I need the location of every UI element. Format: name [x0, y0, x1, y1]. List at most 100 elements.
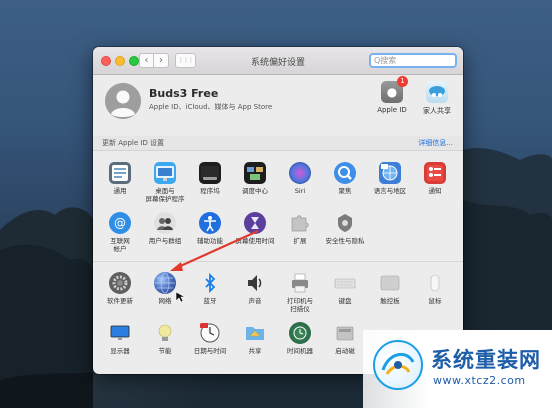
- time-machine-icon: [289, 322, 311, 344]
- pane-label: 辅助功能: [197, 237, 223, 245]
- back-button[interactable]: ‹: [139, 53, 154, 68]
- window-titlebar: ‹ › ⋮⋮⋮ 系统偏好设置 Q搜索: [93, 47, 463, 75]
- pane-notifications[interactable]: 通知: [410, 162, 460, 195]
- user-silhouette-icon: [105, 83, 141, 119]
- pane-dock[interactable]: 程序坞: [185, 162, 235, 195]
- watermark: 系统重装网 www.xtcz2.com: [363, 330, 552, 408]
- pane-label: 共享: [248, 347, 262, 355]
- pane-energy-saver[interactable]: 节能: [140, 322, 190, 355]
- screen-time-icon: [244, 212, 266, 234]
- pane-label: 聚焦: [338, 187, 352, 195]
- search-input[interactable]: Q搜索: [369, 53, 457, 68]
- show-all-button[interactable]: ⋮⋮⋮: [175, 53, 196, 68]
- pane-sound[interactable]: 声音: [230, 272, 280, 305]
- section-divider: [93, 150, 463, 151]
- zoom-window-button[interactable]: [129, 56, 139, 66]
- apple-id-icon: ● 1: [381, 76, 408, 103]
- pane-mission-control[interactable]: 调度中心: [230, 162, 280, 195]
- cloud-people-icon: [429, 86, 445, 97]
- printers-icon: [289, 272, 311, 294]
- details-link[interactable]: 详细信息...: [418, 138, 453, 148]
- pane-label: 扩展: [293, 237, 307, 245]
- pane-label: 键盘: [338, 297, 352, 305]
- desktop-icon: [154, 162, 176, 184]
- startup-disk-icon: [334, 322, 356, 344]
- security-icon: [334, 212, 356, 234]
- pane-label: 节能: [158, 347, 172, 355]
- system-preferences-window: ‹ › ⋮⋮⋮ 系统偏好设置 Q搜索 Buds3 Free Apple ID、i…: [93, 47, 463, 374]
- account-subtitle: Apple ID、iCloud、媒体与 App Store: [149, 103, 273, 111]
- account-section: Buds3 Free Apple ID、iCloud、媒体与 App Store…: [93, 75, 463, 135]
- pane-bluetooth[interactable]: 蓝牙: [185, 272, 235, 305]
- pane-software-update[interactable]: 软件更新: [95, 272, 145, 305]
- pane-siri[interactable]: Siri: [275, 162, 325, 195]
- pane-accessibility[interactable]: 辅助功能: [185, 212, 235, 245]
- pane-label: 安全性与隐私: [325, 237, 365, 245]
- window-title: 系统偏好设置: [250, 58, 305, 68]
- watermark-url: www.xtcz2.com: [433, 374, 526, 387]
- siri-icon: [289, 162, 311, 184]
- pane-label: 日期与时间: [193, 347, 227, 355]
- language-icon: [379, 162, 401, 184]
- pane-label: 时间机器: [287, 347, 313, 355]
- date-time-icon: [199, 322, 221, 344]
- internet-accounts-icon: @: [109, 212, 131, 234]
- software-update-icon: [109, 272, 131, 294]
- pane-label: 通用: [113, 187, 127, 195]
- pane-label: 程序坞: [200, 187, 220, 195]
- section-divider: [93, 261, 463, 262]
- notifications-icon: [424, 162, 446, 184]
- pane-printers-scanners[interactable]: 打印机与 扫描仪: [275, 272, 325, 313]
- pane-screen-time[interactable]: 屏幕使用时间: [230, 212, 280, 245]
- pane-label: 通知: [428, 187, 442, 195]
- sound-icon: [244, 272, 266, 294]
- family-sharing-icon: [426, 81, 448, 103]
- minimize-window-button[interactable]: [115, 56, 125, 66]
- pane-label: 显示器: [110, 347, 130, 355]
- pane-label: 调度中心: [242, 187, 268, 195]
- family-sharing-pane[interactable]: 家人共享: [411, 81, 463, 116]
- mission-control-icon: [244, 162, 266, 184]
- displays-icon: [109, 322, 131, 344]
- pane-label: 声音: [248, 297, 262, 305]
- pane-label: 屏幕使用时间: [235, 237, 275, 245]
- forward-button[interactable]: ›: [154, 53, 169, 68]
- pane-language-region[interactable]: 语言与地区: [365, 162, 415, 195]
- pane-displays[interactable]: 显示器: [95, 322, 145, 355]
- keyboard-icon: [334, 272, 356, 294]
- pane-mouse[interactable]: 鼠标: [410, 272, 460, 305]
- pane-users-groups[interactable]: 用户与群组: [140, 212, 190, 245]
- sharing-icon: [244, 322, 266, 344]
- pane-desktop-screensaver[interactable]: 桌面与 屏幕保护程序: [140, 162, 190, 203]
- pane-label: 互联网 帐户: [110, 237, 130, 253]
- pane-security-privacy[interactable]: 安全性与隐私: [320, 212, 370, 245]
- pane-general[interactable]: 通用: [95, 162, 145, 195]
- avatar[interactable]: [105, 83, 141, 119]
- pane-label: 蓝牙: [203, 297, 217, 305]
- users-groups-icon: [154, 212, 176, 234]
- extensions-icon: [289, 212, 311, 234]
- pane-trackpad[interactable]: 触控板: [365, 272, 415, 305]
- pane-internet-accounts[interactable]: @ 互联网 帐户: [95, 212, 145, 253]
- accessibility-icon: [199, 212, 221, 234]
- trackpad-icon: [379, 272, 401, 294]
- spotlight-icon: [334, 162, 356, 184]
- pane-label: 语言与地区: [373, 187, 407, 195]
- pane-label: 网络: [158, 297, 172, 305]
- pane-sharing[interactable]: 共享: [230, 322, 280, 355]
- pane-date-time[interactable]: 日期与时间: [185, 322, 235, 355]
- close-window-button[interactable]: [101, 56, 111, 66]
- pane-label: 用户与群组: [148, 237, 182, 245]
- pane-label: 桌面与 屏幕保护程序: [145, 187, 185, 203]
- watermark-logo-icon: [373, 340, 423, 390]
- pane-network[interactable]: 网络: [140, 272, 190, 305]
- pane-spotlight[interactable]: 聚焦: [320, 162, 370, 195]
- energy-saver-icon: [154, 322, 176, 344]
- pane-keyboard[interactable]: 键盘: [320, 272, 370, 305]
- pane-extensions[interactable]: 扩展: [275, 212, 325, 245]
- general-icon: [109, 162, 131, 184]
- notification-badge: 1: [397, 76, 408, 87]
- pane-label: Siri: [294, 187, 306, 195]
- pane-time-machine[interactable]: 时间机器: [275, 322, 325, 355]
- watermark-text: 系统重装网: [431, 348, 541, 372]
